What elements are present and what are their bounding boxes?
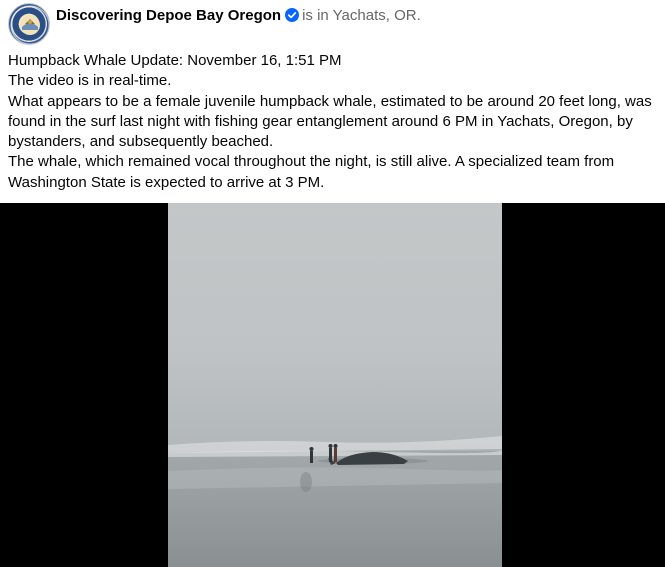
page-avatar[interactable]: [8, 3, 50, 45]
post-line-update: Humpback Whale Update: November 16, 1:51…: [8, 52, 342, 69]
video-frame[interactable]: [168, 203, 502, 567]
location-link[interactable]: Yachats, OR.: [333, 7, 421, 24]
video-player[interactable]: [0, 203, 665, 567]
post-body: Humpback Whale Update: November 16, 1:51…: [8, 51, 658, 193]
post-line-realtime: The video is in real-time.: [8, 72, 172, 90]
seal-logo-icon: [10, 5, 49, 44]
verified-badge-icon: [285, 8, 300, 22]
post-header: Discovering Depoe Bay Oregon is in Yacha…: [8, 3, 658, 47]
page-name-link[interactable]: Discovering Depoe Bay Oregon: [56, 7, 281, 24]
location-prefix: is in: [302, 7, 329, 24]
post-line-status: The whale, which remained vocal througho…: [8, 153, 615, 191]
beach-scene: [168, 436, 502, 567]
post-line-description: What appears to be a female juvenile hum…: [8, 92, 652, 151]
